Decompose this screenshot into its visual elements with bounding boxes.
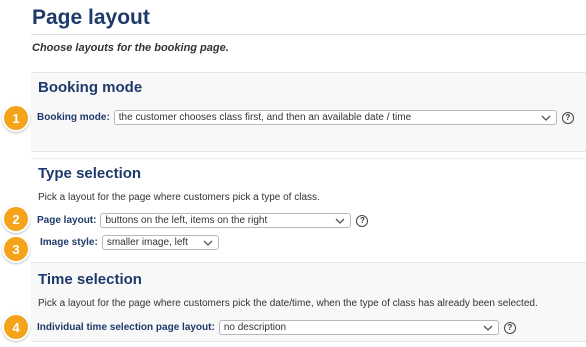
booking-mode-value: the customer chooses class first, and th… <box>118 112 412 123</box>
step-badge-1: 1 <box>2 104 30 132</box>
step-badge-3: 3 <box>2 235 30 263</box>
chevron-down-icon <box>540 113 552 123</box>
chevron-down-icon <box>334 216 346 226</box>
time-layout-label: Individual time selection page layout: <box>37 322 215 333</box>
title-divider <box>31 34 586 35</box>
booking-mode-row: Booking mode: the customer chooses class… <box>37 110 574 125</box>
help-icon[interactable]: ? <box>503 321 516 334</box>
image-style-value: smaller image, left <box>106 237 188 248</box>
step-badge-4: 4 <box>2 313 30 341</box>
page-subtitle: Choose layouts for the booking page. <box>32 42 229 54</box>
type-selection-description: Pick a layout for the page where custome… <box>38 192 320 203</box>
time-selection-heading: Time selection <box>38 271 142 288</box>
page-layout-label: Page layout: <box>37 215 97 226</box>
booking-mode-section: Booking mode Booking mode: the customer … <box>31 72 586 152</box>
time-layout-select[interactable]: no description <box>218 320 499 335</box>
type-selection-section: Type selection Pick a layout for the pag… <box>31 158 586 255</box>
page-layout-value: buttons on the left, items on the right <box>105 215 268 226</box>
time-layout-value: no description <box>223 322 287 333</box>
page-layout-select[interactable]: buttons on the left, items on the right <box>100 213 352 228</box>
booking-mode-heading: Booking mode <box>38 79 143 96</box>
booking-mode-select[interactable]: the customer chooses class first, and th… <box>113 110 557 125</box>
image-style-row: Image style: smaller image, left <box>40 235 219 250</box>
type-selection-heading: Type selection <box>38 165 142 182</box>
time-layout-row: Individual time selection page layout: n… <box>37 320 516 335</box>
booking-mode-label: Booking mode: <box>37 112 110 123</box>
time-selection-description: Pick a layout for the page where custome… <box>38 298 538 309</box>
page-layout-row: Page layout: buttons on the left, items … <box>37 213 369 228</box>
help-icon[interactable]: ? <box>561 111 574 124</box>
chevron-down-icon <box>482 323 494 333</box>
image-style-label: Image style: <box>40 237 98 248</box>
chevron-down-icon <box>202 238 214 248</box>
step-badge-2: 2 <box>2 205 30 233</box>
help-icon[interactable]: ? <box>356 214 369 227</box>
time-selection-section: Time selection Pick a layout for the pag… <box>31 262 586 342</box>
page-title: Page layout <box>32 6 150 29</box>
image-style-select[interactable]: smaller image, left <box>101 235 219 250</box>
